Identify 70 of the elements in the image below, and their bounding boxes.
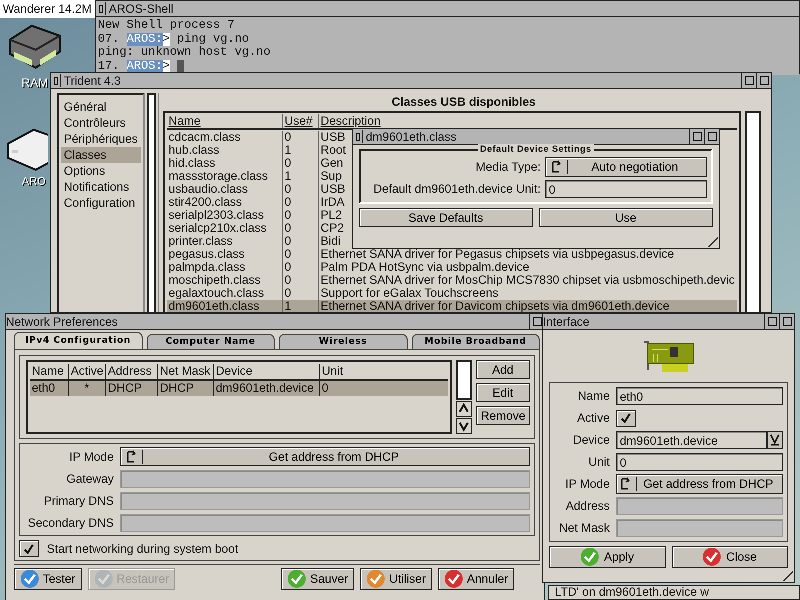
table-cell-text: Ethernet SANA driver for MosChip MCS7830 chipset via usbmoschipeth.devic — [320, 274, 736, 287]
table-cell: 0 — [282, 235, 319, 248]
field-label: Media Type: — [474, 160, 541, 174]
table-cell: 1 — [282, 170, 319, 183]
table-cell: moschipeth.class — [166, 274, 283, 287]
table-cell: 0 — [282, 248, 319, 261]
table-cell: serialcp210x.class — [166, 222, 283, 235]
table-cell: 0 — [282, 209, 319, 222]
table-cell: 0 — [282, 222, 319, 235]
table-cell-text: Bidi — [320, 235, 342, 248]
menu-title: Wanderer 14.2M — [0, 0, 95, 18]
table-cell: massstorage.class — [166, 170, 283, 183]
table-cell: 0 — [282, 274, 319, 287]
panel-heading: Classes USB disponibles — [390, 94, 537, 111]
table-cell: serialpl2303.class — [166, 209, 283, 222]
table-cell-text: Gen — [320, 157, 344, 170]
table-cell: 1 — [282, 144, 319, 157]
field-label: Primary DNS — [42, 494, 114, 508]
field-label: Name — [576, 389, 610, 403]
table-cell: 0 — [282, 131, 319, 144]
table-cell: 0 — [282, 183, 319, 196]
prompt-text: AROS: — [126, 32, 163, 46]
table-cell: hid.class — [166, 157, 283, 170]
icon-label: ARO — [22, 176, 46, 188]
table-cell-text: Sup — [320, 170, 344, 183]
table-cell: stir4200.class — [166, 196, 283, 209]
icon-label: RAM — [22, 76, 48, 90]
table-cell-text: PL2 — [320, 209, 344, 222]
table-cell-text: USB — [320, 183, 346, 196]
table-cell: palmpda.class — [166, 261, 283, 274]
table-cell-text: Support for eGalax Touchscreens — [320, 287, 499, 300]
table-cell-text: USB — [320, 131, 346, 144]
table-cell-text: Ethernet SANA driver for Pegasus chipsets via usbpegasus.device — [320, 248, 676, 261]
field-label: IP Mode — [564, 477, 610, 491]
table-cell: * — [69, 381, 106, 396]
field-label: Unit — [588, 455, 610, 469]
table-cell: usbaudio.class — [166, 183, 283, 196]
table-cell: hub.class — [166, 144, 283, 157]
table-cell: dm9601eth.device — [214, 381, 320, 396]
table-cell: cdcacm.class — [166, 131, 283, 144]
group-title: Default Device Settings — [478, 144, 594, 154]
console-command: ping vg.no — [177, 32, 250, 46]
table-cell-text: Palm PDA HotSync via usbpalm.device — [320, 261, 530, 274]
window-status-text: LTD' on dm9601eth.device w — [548, 585, 800, 600]
prompt-text: AROS: — [126, 60, 163, 73]
table-cell: 0 — [282, 196, 319, 209]
field-label: Address — [564, 499, 610, 513]
field-label: Secondary DNS — [26, 516, 114, 530]
table-cell: 0 — [282, 157, 319, 170]
field-label: IP Mode — [68, 450, 114, 464]
prompt-number: 07. — [98, 32, 120, 46]
console-output: New Shell process 7 — [98, 19, 235, 32]
table-cell: pegasus.class — [166, 248, 283, 261]
table-cell: DHCP — [106, 381, 158, 396]
table-cell: printer.class — [166, 235, 283, 248]
table-cell: eth0 — [30, 381, 69, 396]
checkbox-label: Start networking during system boot — [47, 542, 238, 556]
table-cell: 0 — [282, 261, 319, 274]
table-cell-text: CP2 — [320, 222, 346, 235]
field-label: Gateway — [66, 472, 114, 486]
field-label: Default dm9601eth.device Unit: — [372, 182, 541, 196]
table-cell-text: Root — [320, 144, 348, 157]
table-cell-text: IrDA — [320, 196, 346, 209]
field-label: Active — [576, 411, 610, 425]
prompt-number: 17. — [98, 60, 120, 73]
field-label: Net Mask — [558, 521, 610, 535]
console-output: ping: unknown host vg.no — [98, 46, 271, 60]
table-cell: DHCP — [158, 381, 214, 396]
field-label: Device — [572, 433, 610, 447]
table-cell-text: 0 — [321, 381, 330, 396]
